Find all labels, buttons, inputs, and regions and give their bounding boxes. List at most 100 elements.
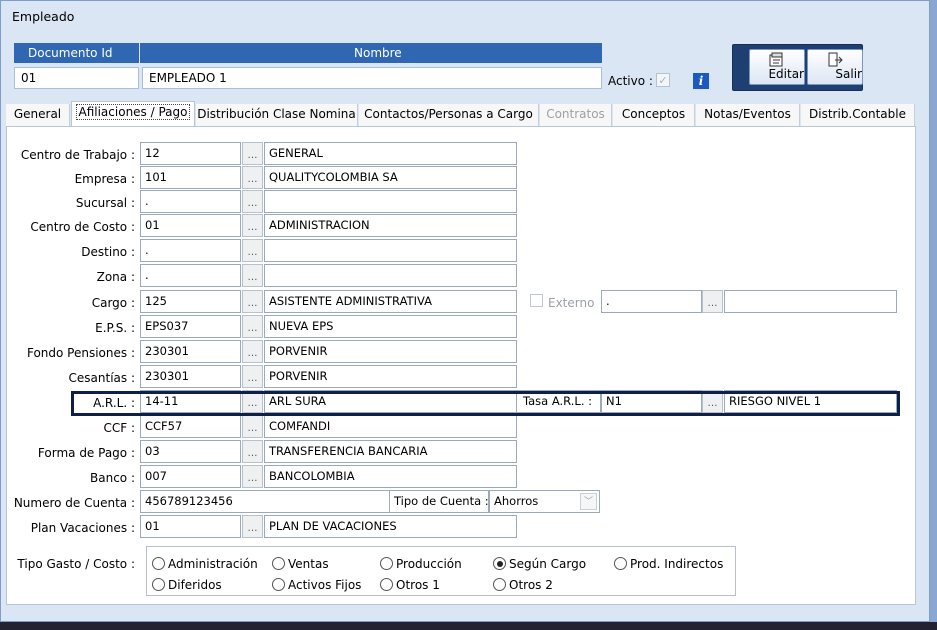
sucursal-code[interactable]: .	[140, 190, 241, 213]
forma-pago-lookup-button[interactable]: …	[242, 440, 263, 463]
radio-circle	[272, 557, 285, 570]
edit-button[interactable]: Editar	[749, 49, 805, 85]
ccf-lookup-button[interactable]: …	[242, 415, 263, 438]
externo-checkbox[interactable]	[530, 294, 543, 307]
activo-checkbox[interactable]: ✓	[656, 73, 670, 87]
forma-pago-code[interactable]: 03	[140, 440, 241, 463]
plan-vacaciones-label: Plan Vacaciones :	[30, 521, 135, 535]
cargo-desc[interactable]: ASISTENTE ADMINISTRATIVA	[264, 290, 517, 313]
radio-prod-indirectos[interactable]: Prod. Indirectos	[614, 557, 723, 571]
plan-vacaciones-code[interactable]: 01	[140, 515, 241, 538]
externo-lookup-button[interactable]: …	[702, 290, 723, 313]
radio-produccion[interactable]: Producción	[380, 557, 462, 571]
radio-circle	[152, 578, 165, 591]
empresa-desc[interactable]: QUALITYCOLOMBIA SA	[264, 166, 517, 189]
eps-code[interactable]: EPS037	[140, 315, 241, 338]
cargo-code[interactable]: 125	[140, 290, 241, 313]
fondo-pensiones-lookup-button[interactable]: …	[242, 340, 263, 363]
externo-desc[interactable]	[724, 290, 897, 313]
ccf-label: CCF :	[103, 421, 135, 435]
forma-pago-desc[interactable]: TRANSFERENCIA BANCARIA	[264, 440, 517, 463]
zona-desc[interactable]	[264, 264, 517, 287]
destino-code[interactable]: .	[140, 239, 241, 262]
numero-cuenta-field[interactable]: 456789123456	[140, 490, 390, 513]
radio-circle	[493, 578, 506, 591]
radio-label: Ventas	[288, 557, 329, 571]
arl-highlight-box	[71, 391, 900, 416]
banco-label: Banco :	[90, 471, 135, 485]
centro-trabajo-desc[interactable]: GENERAL	[264, 142, 517, 165]
radio-circle	[152, 557, 165, 570]
doc-id-header: Documento Id	[14, 43, 139, 63]
tab-afiliaciones[interactable]: Afiliaciones / Pago	[71, 101, 195, 127]
radio-label: Diferidos	[168, 578, 222, 592]
chevron-down-icon[interactable]: ﹀	[580, 493, 597, 510]
tipo-gasto-group	[146, 546, 736, 596]
cesantias-desc[interactable]: PORVENIR	[264, 365, 517, 388]
zona-lookup-button[interactable]: …	[242, 264, 263, 287]
tab-contratos[interactable]: Contratos	[540, 104, 612, 126]
fondo-pensiones-desc[interactable]: PORVENIR	[264, 340, 517, 363]
radio-ventas[interactable]: Ventas	[272, 557, 329, 571]
window-title: Empleado	[12, 9, 75, 24]
cargo-lookup-button[interactable]: …	[242, 290, 263, 313]
cesantias-label: Cesantías :	[68, 371, 135, 385]
zona-label: Zona :	[96, 270, 135, 284]
eps-desc[interactable]: NUEVA EPS	[264, 315, 517, 338]
destino-lookup-button[interactable]: …	[242, 239, 263, 262]
radio-label: Según Cargo	[509, 557, 587, 571]
centro-costo-desc[interactable]: ADMINISTRACION	[264, 214, 517, 237]
destino-desc[interactable]	[264, 239, 517, 262]
ccf-code[interactable]: CCF57	[140, 415, 241, 438]
numero-cuenta-label: Numero de Cuenta :	[13, 496, 135, 510]
tipo-cuenta-select[interactable]: Ahorros ﹀	[489, 490, 600, 513]
radio-otros-1[interactable]: Otros 1	[380, 578, 440, 592]
radio-segun-cargo[interactable]: Según Cargo	[493, 557, 586, 571]
tab-distrib-contable[interactable]: Distrib.Contable	[801, 104, 915, 126]
empresa-lookup-button[interactable]: …	[242, 166, 263, 189]
forma-pago-label: Forma de Pago :	[37, 446, 135, 460]
activo-label: Activo :	[608, 74, 653, 88]
banco-desc[interactable]: BANCOLOMBIA	[264, 465, 517, 488]
radio-label: Activos Fijos	[288, 578, 362, 592]
empresa-code[interactable]: 101	[140, 166, 241, 189]
zona-code[interactable]: .	[140, 264, 241, 287]
tab-contactos[interactable]: Contactos/Personas a Cargo	[359, 104, 539, 126]
radio-otros-2[interactable]: Otros 2	[493, 578, 553, 592]
radio-label: Otros 1	[396, 578, 440, 592]
centro-trabajo-lookup-button[interactable]: …	[242, 142, 263, 165]
radio-label: Prod. Indirectos	[630, 557, 724, 571]
centro-costo-lookup-button[interactable]: …	[242, 214, 263, 237]
ccf-desc[interactable]: COMFANDI	[264, 415, 517, 438]
tipo-cuenta-label: Tipo de Cuenta :	[390, 490, 489, 513]
info-icon[interactable]: i	[693, 73, 709, 89]
banco-lookup-button[interactable]: …	[242, 465, 263, 488]
exit-button[interactable]: Salir	[807, 49, 863, 85]
centro-trabajo-code[interactable]: 12	[140, 142, 241, 165]
tab-general[interactable]: General	[6, 104, 70, 126]
banco-code[interactable]: 007	[140, 465, 241, 488]
exit-icon	[828, 52, 843, 67]
doc-id-field[interactable]: 01	[14, 67, 139, 89]
radio-diferidos[interactable]: Diferidos	[152, 578, 222, 592]
radio-activos-fijos[interactable]: Activos Fijos	[272, 578, 361, 592]
tab-notas-eventos[interactable]: Notas/Eventos	[696, 104, 800, 126]
name-field[interactable]: EMPLEADO 1	[142, 67, 602, 89]
edit-icon	[769, 52, 783, 67]
sucursal-label: Sucursal :	[75, 196, 135, 210]
sucursal-lookup-button[interactable]: …	[242, 190, 263, 213]
tab-distribucion-clase-nomina[interactable]: Distribución Clase Nomina	[196, 104, 358, 126]
plan-vacaciones-desc[interactable]: PLAN DE VACACIONES	[264, 515, 517, 538]
sucursal-desc[interactable]	[264, 190, 517, 213]
fondo-pensiones-code[interactable]: 230301	[140, 340, 241, 363]
tab-conceptos[interactable]: Conceptos	[613, 104, 695, 126]
radio-circle	[380, 578, 393, 591]
radio-administracion[interactable]: Administración	[152, 557, 258, 571]
cesantias-code[interactable]: 230301	[140, 365, 241, 388]
eps-lookup-button[interactable]: …	[242, 315, 263, 338]
centro-trabajo-label: Centro de Trabajo :	[20, 148, 135, 162]
centro-costo-code[interactable]: 01	[140, 214, 241, 237]
externo-code[interactable]: .	[601, 290, 702, 313]
plan-vacaciones-lookup-button[interactable]: …	[242, 515, 263, 538]
cesantias-lookup-button[interactable]: …	[242, 365, 263, 388]
